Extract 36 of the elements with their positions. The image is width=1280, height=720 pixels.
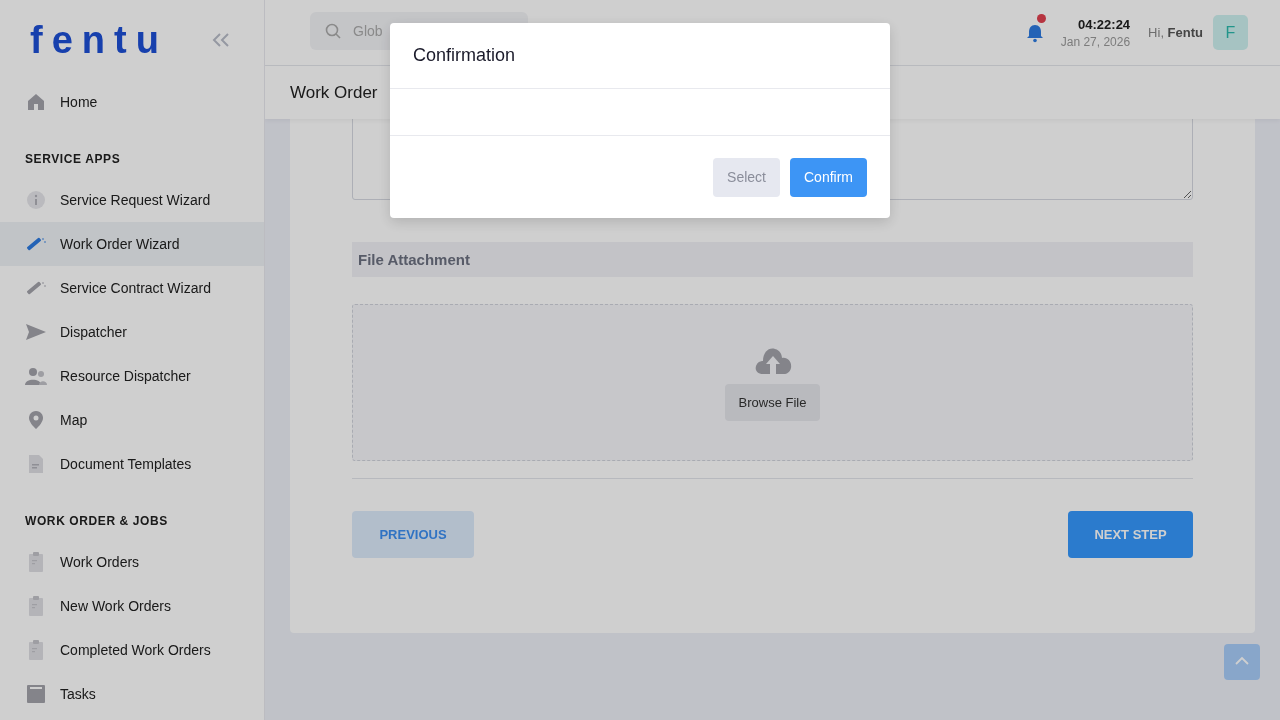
sidebar-item[interactable]: Work Orders bbox=[0, 540, 264, 584]
section-heading: SERVICE APPS bbox=[24, 152, 122, 166]
home-icon bbox=[26, 92, 46, 112]
browse-file-button[interactable]: Browse File bbox=[724, 384, 821, 421]
sidebar-item[interactable]: Home bbox=[0, 80, 264, 124]
document-icon bbox=[27, 454, 45, 474]
sidebar-item[interactable]: Dispatcher bbox=[0, 310, 264, 354]
collapse-icon[interactable] bbox=[212, 32, 230, 48]
sidebar-item[interactable]: Tasks bbox=[0, 672, 264, 716]
section-heading: File Attachment bbox=[352, 242, 1193, 277]
scroll-top-button[interactable] bbox=[1224, 644, 1260, 680]
sidebar-item[interactable]: New Work Orders bbox=[0, 584, 264, 628]
clipboard-icon bbox=[27, 595, 45, 617]
modal-title: Confirmation bbox=[413, 45, 516, 66]
clipboard-icon bbox=[27, 639, 45, 661]
clock-time: 04:22:24 bbox=[1078, 16, 1131, 32]
logo: fentu bbox=[30, 18, 168, 62]
people-icon bbox=[24, 366, 48, 386]
location-pin-icon bbox=[26, 410, 46, 430]
greeting: Hi, Fentu bbox=[1148, 25, 1203, 40]
drop-zone[interactable]: Browse File bbox=[352, 304, 1193, 461]
sidebar-item[interactable]: Resource Dispatcher bbox=[0, 354, 264, 398]
sidebar-item[interactable]: Document Templates bbox=[0, 442, 264, 486]
sidebar-item[interactable]: Service Request Wizard bbox=[0, 178, 264, 222]
sidebar-item[interactable]: Service Contract Wizard bbox=[0, 266, 264, 310]
send-icon bbox=[25, 322, 47, 342]
section-heading: WORK ORDER & JOBS bbox=[24, 514, 169, 528]
sidebar-item[interactable]: Completed Work Orders bbox=[0, 628, 264, 672]
sidebar-item[interactable]: Map bbox=[0, 398, 264, 442]
notification-dot bbox=[1036, 13, 1046, 23]
task-icon bbox=[26, 684, 46, 704]
info-icon bbox=[26, 190, 46, 210]
page-title: Work Order bbox=[290, 82, 378, 103]
sidebar-item[interactable]: Work Order Wizard bbox=[0, 222, 264, 266]
clipboard-icon bbox=[27, 551, 45, 573]
clock-date: Jan 27, 2026 bbox=[1060, 34, 1131, 49]
